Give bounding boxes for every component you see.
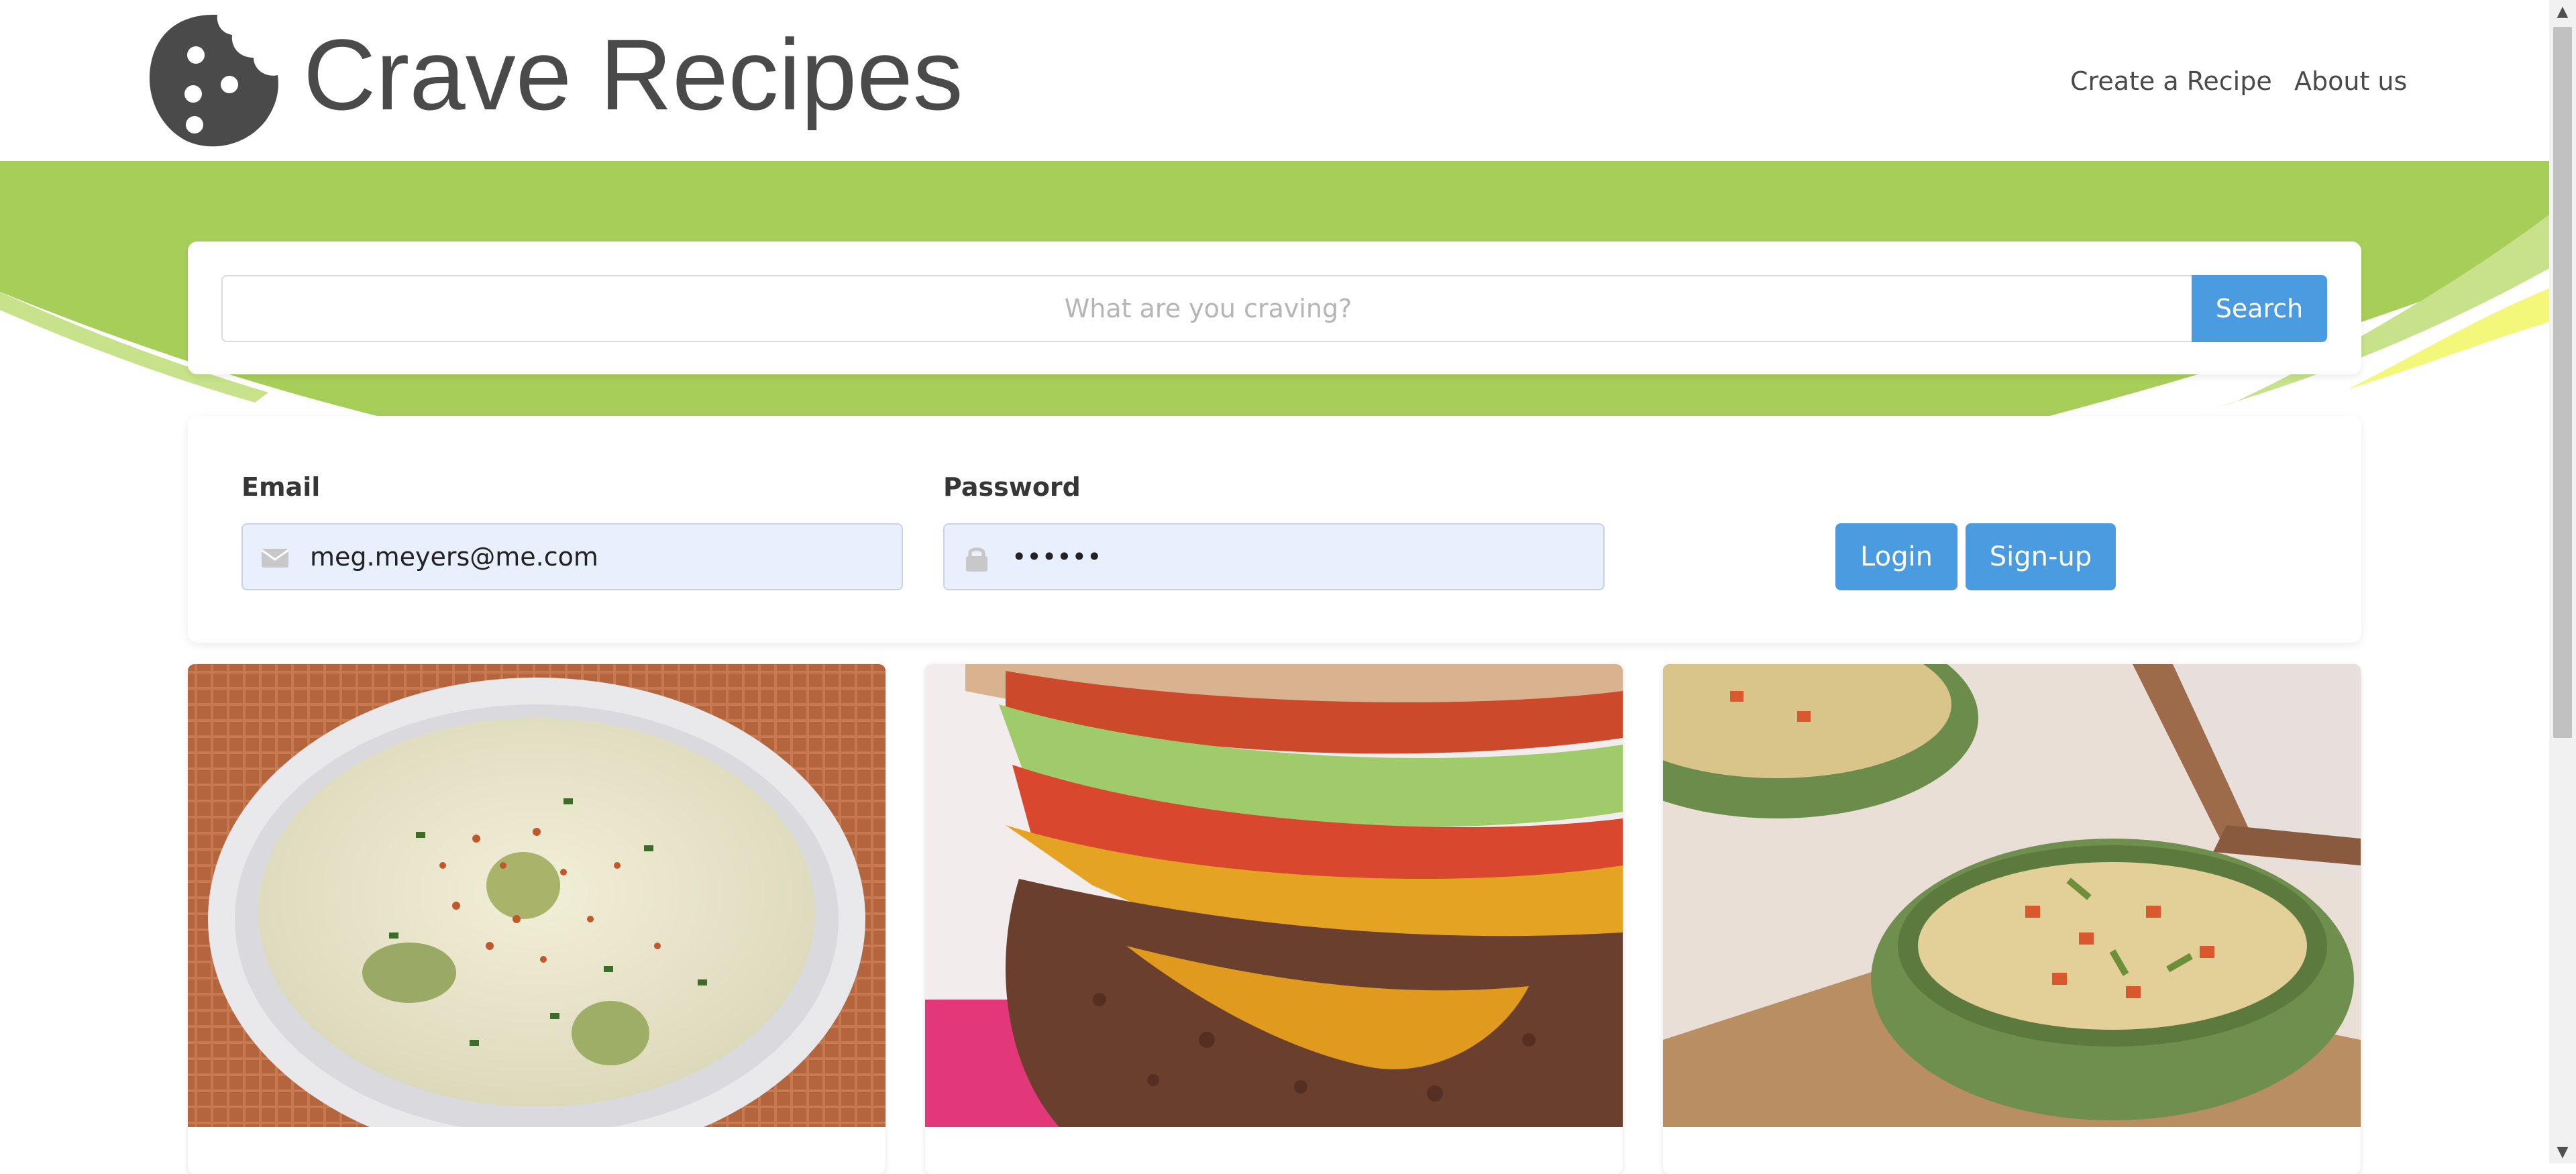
brand-title[interactable]: Crave Recipes — [303, 17, 963, 131]
site-header: Crave Recipes Create a Recipe About us — [0, 0, 2549, 161]
envelope-icon — [261, 549, 289, 568]
login-button[interactable]: Login — [1835, 523, 1957, 590]
search-button[interactable]: Search — [2192, 275, 2327, 342]
nav-about-us[interactable]: About us — [2294, 64, 2407, 98]
login-form: Email Password Login Sign-up — [188, 416, 2361, 643]
recipe-image-soup[interactable] — [188, 664, 885, 1127]
lock-icon — [966, 547, 987, 572]
recipe-card[interactable] — [188, 664, 885, 1174]
page-scrollbar[interactable]: ▲ ▼ — [2549, 0, 2576, 1163]
password-label: Password — [943, 472, 1081, 502]
cookie-icon — [149, 15, 278, 147]
recipe-card[interactable] — [925, 664, 1623, 1174]
scroll-down-icon[interactable]: ▼ — [2549, 1140, 2576, 1163]
password-field[interactable] — [943, 523, 1605, 590]
search-input[interactable] — [221, 275, 2194, 342]
nav-create-recipe[interactable]: Create a Recipe — [2070, 64, 2272, 98]
scrollbar-thumb[interactable] — [2553, 27, 2572, 738]
password-input[interactable] — [1012, 525, 1589, 589]
signup-button[interactable]: Sign-up — [1966, 523, 2116, 590]
search-panel: Search — [188, 242, 2361, 374]
logo[interactable] — [146, 13, 280, 148]
scroll-up-icon[interactable]: ▲ — [2549, 0, 2576, 23]
recipe-image-vegetable-soup[interactable] — [1663, 664, 2361, 1127]
recipe-image-burger[interactable] — [925, 664, 1623, 1127]
email-label: Email — [241, 472, 321, 502]
recipe-card[interactable] — [1663, 664, 2361, 1174]
email-field[interactable] — [241, 523, 903, 590]
email-input[interactable] — [310, 525, 887, 589]
